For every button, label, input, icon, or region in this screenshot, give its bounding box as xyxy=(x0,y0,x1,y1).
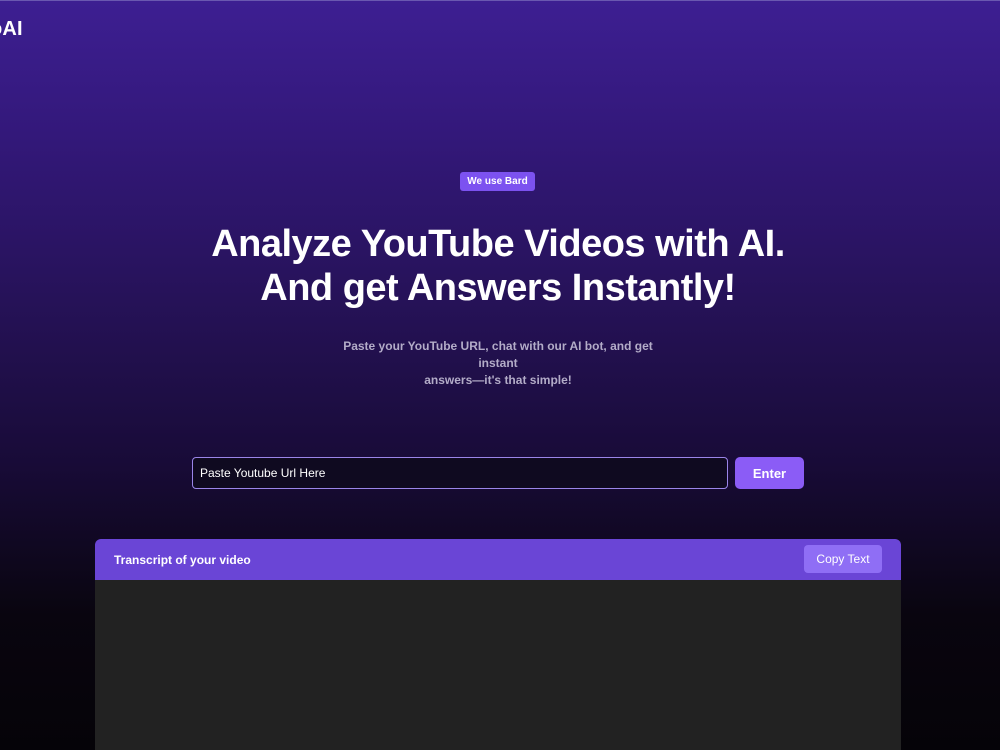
transcript-title: Transcript of your video xyxy=(114,553,251,567)
copy-text-button[interactable]: Copy Text xyxy=(804,545,882,573)
hero-subtitle: Paste your YouTube URL, chat with our AI… xyxy=(330,338,666,389)
bard-badge: We use Bard xyxy=(460,172,535,191)
subtitle-line-2: answers—it's that simple! xyxy=(424,373,572,387)
headline-line-1: Analyze YouTube Videos with AI. xyxy=(211,223,785,265)
transcript-panel: Transcript of your video Copy Text xyxy=(95,539,901,750)
subtitle-line-1: Paste your YouTube URL, chat with our AI… xyxy=(343,339,653,370)
top-border xyxy=(0,0,1000,1)
hero-headline: Analyze YouTube Videos with AI. And get … xyxy=(0,222,996,310)
youtube-url-input[interactable] xyxy=(192,457,728,489)
app-logo[interactable]: oAI xyxy=(0,18,23,41)
transcript-content[interactable] xyxy=(95,580,901,750)
enter-button[interactable]: Enter xyxy=(735,457,804,489)
headline-line-2: And get Answers Instantly! xyxy=(260,267,736,309)
transcript-header: Transcript of your video Copy Text xyxy=(95,539,901,580)
